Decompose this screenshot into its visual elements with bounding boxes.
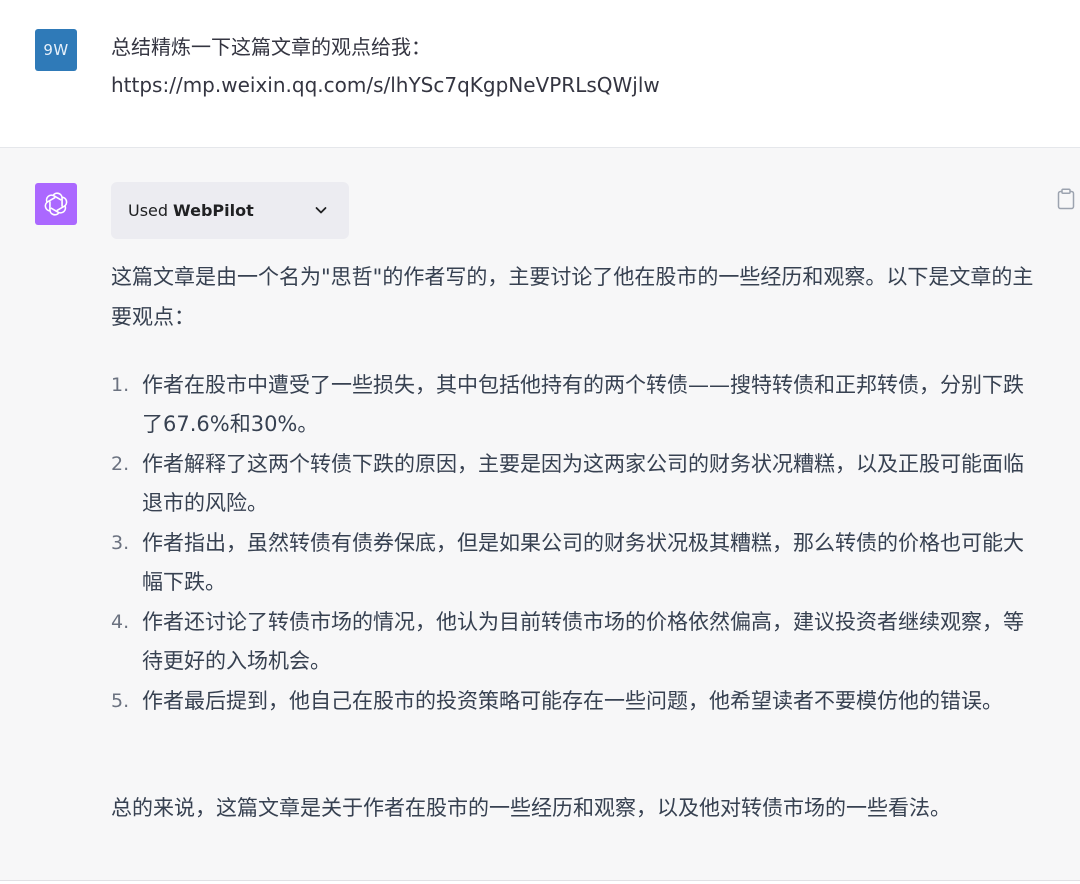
key-points-list: 1. 作者在股市中遭受了一些损失，其中包括他持有的两个转债——搜特转债和正邦转债… [111, 366, 1036, 722]
user-message-text: 总结精炼一下这篇文章的观点给我： https://mp.weixin.qq.co… [111, 28, 1011, 104]
list-item-text: 作者解释了这两个转债下跌的原因，主要是因为这两家公司的财务状况糟糕，以及正股可能… [142, 452, 1024, 515]
response-summary: 总的来说，这篇文章是关于作者在股市的一些经历和观察，以及他对转债市场的一些看法。 [111, 796, 951, 820]
list-item-text: 作者在股市中遭受了一些损失，其中包括他持有的两个转债——搜特转债和正邦转债，分别… [142, 373, 1024, 436]
user-avatar: 9W [35, 29, 77, 71]
list-item: 4. 作者还讨论了转债市场的情况，他认为目前转债市场的价格依然偏高，建议投资者继… [111, 603, 1036, 681]
plugin-used-label: Used [128, 201, 169, 220]
clipboard-icon[interactable] [1057, 188, 1075, 210]
user-message-line: 总结精炼一下这篇文章的观点给我： [111, 35, 431, 59]
response-intro: 这篇文章是由一个名为"思哲"的作者写的，主要讨论了他在股市的一些经历和观察。以下… [111, 265, 1034, 329]
list-item: 3. 作者指出，虽然转债有债券保底，但是如果公司的财务状况极其糟糕，那么转债的价… [111, 524, 1036, 602]
list-item-text: 作者还讨论了转债市场的情况，他认为目前转债市场的价格依然偏高，建议投资者继续观察… [142, 610, 1024, 673]
user-message-url: https://mp.weixin.qq.com/s/lhYSc7qKgpNeV… [111, 73, 660, 97]
list-item: 5. 作者最后提到，他自己在股市的投资策略可能存在一些问题，他希望读者不要模仿他… [111, 682, 1036, 721]
list-item-number: 1. [111, 374, 130, 396]
list-item-number: 5. [111, 690, 130, 712]
plugin-name: WebPilot [173, 201, 254, 220]
chevron-down-icon[interactable] [313, 202, 329, 218]
list-item-number: 3. [111, 532, 130, 554]
list-item-number: 4. [111, 611, 130, 633]
list-item: 1. 作者在股市中遭受了一些损失，其中包括他持有的两个转债——搜特转债和正邦转债… [111, 366, 1036, 444]
plugin-usage-toggle[interactable]: Used WebPilot [111, 182, 349, 239]
list-item-text: 作者指出，虽然转债有债券保底，但是如果公司的财务状况极其糟糕，那么转债的价格也可… [142, 531, 1024, 594]
assistant-message: Used WebPilot 这篇文章是由一个名为"思哲"的作者写的，主要讨论了他… [0, 148, 1080, 881]
list-item-text: 作者最后提到，他自己在股市的投资策略可能存在一些问题，他希望读者不要模仿他的错误… [142, 689, 1003, 713]
list-item: 2. 作者解释了这两个转债下跌的原因，主要是因为这两家公司的财务状况糟糕，以及正… [111, 445, 1036, 523]
user-message: 9W 总结精炼一下这篇文章的观点给我： https://mp.weixin.qq… [0, 0, 1080, 148]
list-item-number: 2. [111, 453, 130, 475]
openai-logo-icon [35, 183, 77, 225]
